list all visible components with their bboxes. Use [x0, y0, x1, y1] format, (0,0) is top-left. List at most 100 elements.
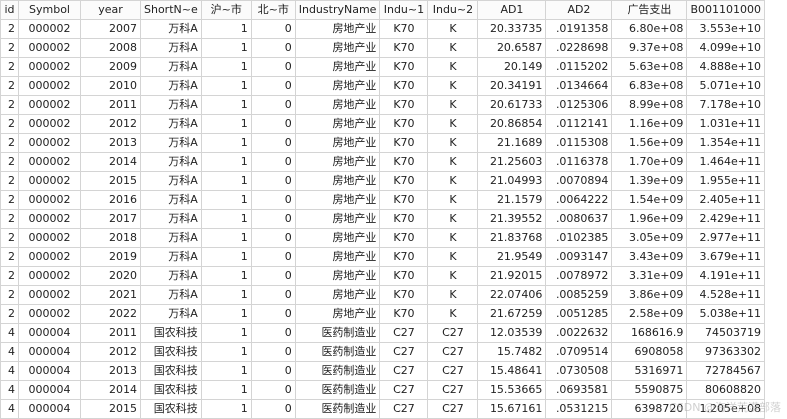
cell-industry-code-1[interactable]: K70: [379, 266, 429, 286]
cell-ad-expense[interactable]: 3.31e+09: [611, 266, 688, 286]
cell-id[interactable]: 4: [0, 361, 19, 381]
cell-sh-market[interactable]: 1: [200, 19, 252, 39]
cell-industry-name[interactable]: 医药制造业: [294, 323, 381, 343]
cell-b001101000[interactable]: 3.553e+10: [686, 19, 765, 39]
cell-bj-market[interactable]: 0: [250, 304, 296, 324]
cell-id[interactable]: 2: [0, 209, 19, 229]
cell-symbol[interactable]: 000002: [18, 285, 81, 305]
cell-ad-expense[interactable]: 8.99e+08: [611, 95, 688, 115]
cell-b001101000[interactable]: 1.031e+11: [686, 114, 765, 134]
cell-ad1[interactable]: 15.7482: [477, 342, 547, 362]
table-row[interactable]: 2 000002 2008 万科A 1 0 房地产业 K70 K 20.6587.0228698 9…: [0, 38, 765, 58]
cell-symbol[interactable]: 000002: [18, 114, 81, 134]
cell-ad1[interactable]: 20.61733: [477, 95, 547, 115]
cell-industry-code-2[interactable]: K: [427, 152, 479, 172]
cell-industry-code-2[interactable]: K: [427, 228, 479, 248]
cell-b001101000[interactable]: 72784567: [686, 361, 765, 381]
table-row[interactable]: 4 000004 2015 国农科技 1 0 医药制造业 C27 C27 15.67161.053…: [0, 399, 765, 419]
column-header-year[interactable]: year: [80, 0, 141, 20]
cell-symbol[interactable]: 000004: [18, 361, 81, 381]
cell-short-name[interactable]: 万科A: [140, 266, 202, 286]
cell-ad2[interactable]: .0228698: [545, 38, 613, 58]
cell-year[interactable]: 2017: [80, 209, 141, 229]
cell-year[interactable]: 2007: [80, 19, 141, 39]
cell-ad-expense[interactable]: 168616.9: [611, 323, 688, 343]
cell-ad-expense[interactable]: 1.54e+09: [611, 190, 688, 210]
cell-industry-code-1[interactable]: K70: [379, 209, 429, 229]
cell-year[interactable]: 2012: [80, 342, 141, 362]
cell-b001101000[interactable]: 7.178e+10: [686, 95, 765, 115]
cell-industry-name[interactable]: 房地产业: [294, 19, 381, 39]
cell-symbol[interactable]: 000002: [18, 190, 81, 210]
table-row[interactable]: 2 000002 2012 万科A 1 0 房地产业 K70 K 20.86854.0112141…: [0, 114, 765, 134]
cell-sh-market[interactable]: 1: [200, 399, 252, 419]
cell-ad2[interactable]: .0064222: [545, 190, 613, 210]
cell-symbol[interactable]: 000004: [18, 342, 81, 362]
cell-sh-market[interactable]: 1: [200, 152, 252, 172]
cell-short-name[interactable]: 万科A: [140, 95, 202, 115]
cell-b001101000[interactable]: 4.191e+11: [686, 266, 765, 286]
cell-sh-market[interactable]: 1: [200, 304, 252, 324]
cell-year[interactable]: 2010: [80, 76, 141, 96]
cell-symbol[interactable]: 000002: [18, 95, 81, 115]
cell-symbol[interactable]: 000002: [18, 247, 81, 267]
cell-b001101000[interactable]: 4.888e+10: [686, 57, 765, 77]
cell-b001101000[interactable]: 1.205e+08: [686, 399, 765, 419]
column-header-ad-expense[interactable]: 广告支出: [611, 0, 688, 20]
cell-ad-expense[interactable]: 3.43e+09: [611, 247, 688, 267]
cell-ad-expense[interactable]: 6908058: [611, 342, 688, 362]
cell-sh-market[interactable]: 1: [200, 95, 252, 115]
cell-bj-market[interactable]: 0: [250, 247, 296, 267]
cell-industry-name[interactable]: 房地产业: [294, 38, 381, 58]
cell-b001101000[interactable]: 97363302: [686, 342, 765, 362]
cell-id[interactable]: 2: [0, 152, 19, 172]
cell-ad2[interactable]: .0191358: [545, 19, 613, 39]
cell-bj-market[interactable]: 0: [250, 380, 296, 400]
cell-sh-market[interactable]: 1: [200, 342, 252, 362]
cell-symbol[interactable]: 000002: [18, 19, 81, 39]
cell-industry-name[interactable]: 医药制造业: [294, 342, 381, 362]
cell-id[interactable]: 2: [0, 285, 19, 305]
cell-short-name[interactable]: 万科A: [140, 76, 202, 96]
cell-short-name[interactable]: 万科A: [140, 285, 202, 305]
cell-bj-market[interactable]: 0: [250, 266, 296, 286]
cell-b001101000[interactable]: 5.071e+10: [686, 76, 765, 96]
cell-industry-code-2[interactable]: C27: [427, 342, 479, 362]
cell-industry-code-2[interactable]: C27: [427, 361, 479, 381]
cell-bj-market[interactable]: 0: [250, 342, 296, 362]
column-header-sh-market[interactable]: 沪~市: [200, 0, 252, 20]
cell-b001101000[interactable]: 2.405e+11: [686, 190, 765, 210]
cell-ad-expense[interactable]: 1.70e+09: [611, 152, 688, 172]
cell-id[interactable]: 2: [0, 38, 19, 58]
cell-ad-expense[interactable]: 5316971: [611, 361, 688, 381]
cell-industry-code-2[interactable]: K: [427, 247, 479, 267]
cell-ad-expense[interactable]: 5.63e+08: [611, 57, 688, 77]
cell-short-name[interactable]: 国农科技: [140, 323, 202, 343]
cell-bj-market[interactable]: 0: [250, 171, 296, 191]
cell-ad1[interactable]: 15.53665: [477, 380, 547, 400]
cell-year[interactable]: 2015: [80, 399, 141, 419]
cell-bj-market[interactable]: 0: [250, 323, 296, 343]
cell-industry-name[interactable]: 房地产业: [294, 95, 381, 115]
cell-sh-market[interactable]: 1: [200, 266, 252, 286]
cell-id[interactable]: 4: [0, 399, 19, 419]
cell-industry-code-1[interactable]: K70: [379, 304, 429, 324]
cell-bj-market[interactable]: 0: [250, 133, 296, 153]
cell-industry-code-2[interactable]: K: [427, 38, 479, 58]
cell-short-name[interactable]: 万科A: [140, 171, 202, 191]
cell-ad1[interactable]: 21.92015: [477, 266, 547, 286]
cell-industry-name[interactable]: 房地产业: [294, 266, 381, 286]
cell-year[interactable]: 2020: [80, 266, 141, 286]
cell-industry-name[interactable]: 房地产业: [294, 228, 381, 248]
cell-id[interactable]: 2: [0, 19, 19, 39]
cell-ad2[interactable]: .0116378: [545, 152, 613, 172]
cell-b001101000[interactable]: 4.099e+10: [686, 38, 765, 58]
cell-ad-expense[interactable]: 3.05e+09: [611, 228, 688, 248]
cell-industry-code-1[interactable]: K70: [379, 171, 429, 191]
cell-sh-market[interactable]: 1: [200, 228, 252, 248]
cell-b001101000[interactable]: 80608820: [686, 380, 765, 400]
cell-year[interactable]: 2021: [80, 285, 141, 305]
cell-ad1[interactable]: 20.33735: [477, 19, 547, 39]
cell-sh-market[interactable]: 1: [200, 380, 252, 400]
cell-industry-code-2[interactable]: C27: [427, 323, 479, 343]
